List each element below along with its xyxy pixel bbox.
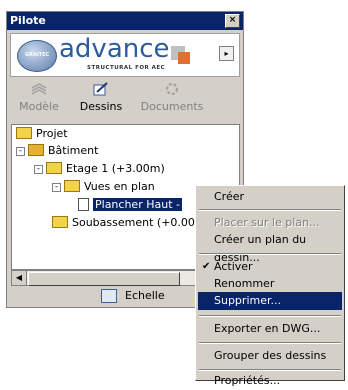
brand-name: advance xyxy=(59,34,170,64)
folder-icon xyxy=(46,162,62,174)
graitec-logo-icon: GRAITEC xyxy=(17,40,57,72)
collapse-icon[interactable]: - xyxy=(52,182,61,192)
menu-item-label: Activer xyxy=(214,260,253,273)
context-menu: Créer Placer sur le plan... Créer un pla… xyxy=(195,185,345,387)
logo-text: GRAITEC xyxy=(25,52,50,58)
menu-item-activer[interactable]: ✔ Activer xyxy=(198,258,342,276)
brand-tagline: STRUCTURAL FOR AEC xyxy=(87,65,166,71)
tab-dessins[interactable]: Dessins xyxy=(71,80,131,120)
tree-label: Soubassement (+0.00m xyxy=(72,216,206,229)
tree-label: Etage 1 (+3.00m) xyxy=(66,162,165,175)
palette-title: Pilote xyxy=(10,14,46,27)
tree-item-vues-en-plan[interactable]: - Vues en plan xyxy=(52,179,155,195)
tree-item-projet[interactable]: Projet xyxy=(16,126,68,142)
tree-label-selected: Plancher Haut - xyxy=(93,198,182,211)
menu-separator xyxy=(199,253,341,255)
menu-separator xyxy=(199,369,341,371)
banner-next-button[interactable]: ▸ xyxy=(219,46,234,61)
tab-label: Modèle xyxy=(19,100,59,113)
menu-item-creer[interactable]: Créer xyxy=(198,188,342,206)
tab-label: Dessins xyxy=(79,100,123,113)
close-button[interactable]: × xyxy=(225,14,240,28)
menu-item-grouper[interactable]: Grouper des dessins xyxy=(198,347,342,365)
tree-item-soubassement[interactable]: Soubassement (+0.00m xyxy=(52,215,206,231)
scale-icon xyxy=(101,289,117,303)
scale-label: Echelle xyxy=(125,289,165,302)
folder-icon xyxy=(64,180,80,192)
tree-item-etage[interactable]: - Etage 1 (+3.00m) xyxy=(34,161,165,177)
drawing-icon xyxy=(93,82,108,96)
menu-item-creer-un-plan[interactable]: Créer un plan du dessin... xyxy=(198,231,342,264)
tab-documents[interactable]: Documents xyxy=(137,80,207,120)
tree-label: Bâtiment xyxy=(48,144,99,157)
scroll-left-icon[interactable]: ◀ xyxy=(12,271,27,285)
menu-item-proprietes[interactable]: Propriétés... xyxy=(198,372,342,390)
menu-item-exporter-dwg[interactable]: Exporter en DWG... xyxy=(198,320,342,338)
tab-label: Documents xyxy=(140,100,204,113)
folder-icon xyxy=(16,127,32,139)
model-icon xyxy=(31,83,47,95)
building-icon xyxy=(28,144,44,156)
menu-item-supprimer[interactable]: Supprimer... xyxy=(198,292,342,310)
tree-item-batiment[interactable]: - Bâtiment xyxy=(16,143,98,159)
advance-banner: GRAITEC advance STRUCTURAL FOR AEC ▸ xyxy=(10,33,240,77)
menu-separator xyxy=(199,209,341,211)
menu-separator xyxy=(199,342,341,344)
checkmark-icon: ✔ xyxy=(202,261,211,272)
menu-separator xyxy=(199,315,341,317)
collapse-icon[interactable]: - xyxy=(16,146,25,156)
brand-square-accent-icon xyxy=(178,52,190,64)
collapse-icon[interactable]: - xyxy=(34,164,43,174)
menu-item-placer-sur-le-plan[interactable]: Placer sur le plan... xyxy=(198,214,342,232)
tree-label: Projet xyxy=(36,127,68,140)
scroll-thumb[interactable] xyxy=(28,272,180,286)
scale-control[interactable]: Echelle xyxy=(101,288,165,304)
drawing-doc-icon xyxy=(78,197,89,211)
documents-icon xyxy=(166,83,178,95)
menu-item-renommer[interactable]: Renommer xyxy=(198,275,342,293)
tab-modele[interactable]: Modèle xyxy=(9,80,69,120)
tree-item-plancher-haut[interactable]: Plancher Haut - xyxy=(78,197,182,213)
palette-title-bar[interactable]: Pilote × xyxy=(7,12,243,30)
tree-label: Vues en plan xyxy=(84,180,155,193)
folder-icon xyxy=(52,216,68,228)
